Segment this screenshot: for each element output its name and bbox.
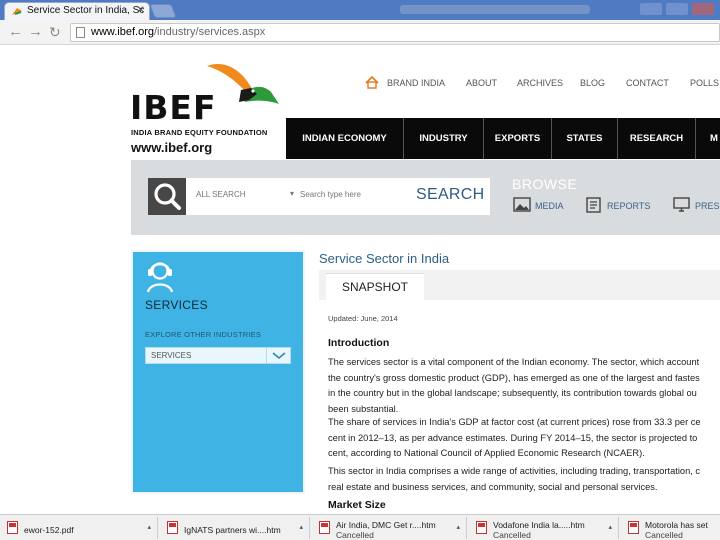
paragraph-line: in the country but in the global landsca…: [328, 388, 697, 398]
updated-date: Updated: June, 2014: [328, 314, 398, 323]
browse-reports-label: REPORTS: [607, 201, 651, 211]
close-window-button[interactable]: [692, 3, 714, 15]
file-icon: [319, 521, 330, 534]
industry-select-value: SERVICES: [151, 351, 192, 360]
file-icon: [628, 521, 639, 534]
topnav-about[interactable]: ABOUT: [466, 78, 497, 88]
headset-person-icon: [146, 262, 174, 293]
paragraph-line: the country's gross domestic product (GD…: [328, 372, 700, 383]
download-status: Cancelled: [493, 530, 531, 540]
address-bar[interactable]: www.ibef.org/industry/services.aspx: [70, 23, 720, 42]
sidebar-subtitle: EXPLORE OTHER INDUSTRIES: [145, 330, 262, 339]
reload-icon[interactable]: ↻: [49, 24, 61, 40]
download-name: ewor-152.pdf: [24, 525, 74, 535]
tab-title: Service Sector in India, Sc: [27, 5, 145, 16]
download-name: Vodafone India la.....htm: [493, 520, 585, 530]
mainnav-exports[interactable]: EXPORTS: [484, 118, 552, 159]
industry-select[interactable]: SERVICES: [145, 347, 291, 364]
intro-paragraph-3: This sector in India comprises a wide ra…: [328, 464, 720, 496]
mainnav-research[interactable]: RESEARCH: [618, 118, 696, 159]
file-icon: [167, 521, 178, 534]
mainnav-more[interactable]: M: [696, 118, 720, 159]
minimize-button[interactable]: [640, 3, 662, 15]
topnav-brand-india[interactable]: BRAND INDIA: [387, 78, 445, 88]
home-icon[interactable]: [365, 76, 379, 89]
download-name: IgNATS partners wi....htm: [184, 525, 281, 535]
chevron-down-icon[interactable]: ▾: [290, 189, 294, 198]
search-button[interactable]: SEARCH: [416, 186, 484, 204]
search-box: ALL SEARCH ▾ Search type here SEARCH: [186, 178, 490, 215]
chevron-up-icon[interactable]: ▴: [299, 523, 303, 531]
intro-paragraph-2: The share of services in India's GDP at …: [328, 415, 720, 462]
paragraph-line: real estate and business services, and c…: [328, 481, 658, 492]
paragraph-line: The share of services in India's GDP at …: [328, 417, 701, 427]
browser-toolbar: ← → ↻ www.ibef.org/industry/services.asp…: [0, 20, 720, 45]
market-size-heading: Market Size: [328, 499, 386, 511]
main-nav: INDIAN ECONOMY INDUSTRY EXPORTS STATES R…: [286, 118, 720, 159]
monitor-icon: [673, 197, 690, 212]
mainnav-states[interactable]: STATES: [552, 118, 618, 159]
chevron-up-icon[interactable]: ▴: [608, 523, 612, 531]
downloads-bar: ewor-152.pdf ▴ IgNATS partners wi....htm…: [0, 514, 720, 540]
download-item[interactable]: Motorola has set Cancelled: [621, 517, 720, 539]
browser-tab-active[interactable]: Service Sector in India, Sc ✕: [4, 2, 150, 20]
chevron-down-icon[interactable]: [266, 348, 290, 363]
paragraph-line: The services sector is a vital component…: [328, 357, 700, 367]
download-item[interactable]: ewor-152.pdf ▴: [0, 517, 158, 539]
new-tab-button[interactable]: [149, 4, 177, 18]
mainnav-indian-economy[interactable]: INDIAN ECONOMY: [286, 118, 404, 159]
topnav-archives[interactable]: ARCHIVES: [517, 78, 563, 88]
paragraph-line: cent in 2012–13, as per advance estimate…: [328, 432, 698, 443]
ibef-bird-logo-icon: [207, 64, 279, 104]
sidebar-title: SERVICES: [145, 298, 208, 312]
page-title: Service Sector in India: [319, 251, 450, 266]
download-item[interactable]: Vodafone India la.....htm Cancelled ▴: [469, 517, 619, 540]
browse-title: BROWSE: [512, 176, 578, 192]
chevron-up-icon[interactable]: ▴: [456, 523, 460, 531]
ibef-tagline: INDIA BRAND EQUITY FOUNDATION: [131, 128, 268, 137]
tab-snapshot[interactable]: SNAPSHOT: [326, 273, 424, 300]
url-text: www.ibef.org/industry/services.aspx: [91, 26, 266, 38]
download-item[interactable]: Air India, DMC Get r....htm Cancelled ▴: [312, 517, 467, 540]
paragraph-line: cent, according to National Council of A…: [328, 448, 645, 458]
intro-paragraph-1: The services sector is a vital component…: [328, 355, 720, 417]
page-icon: [76, 27, 85, 38]
maximize-button[interactable]: [666, 3, 688, 15]
browse-press-link[interactable]: PRES: [673, 197, 720, 215]
browse-press-label: PRES: [695, 201, 720, 211]
ibef-favicon-icon: [12, 8, 22, 15]
search-input[interactable]: Search type here: [300, 190, 361, 199]
download-item[interactable]: IgNATS partners wi....htm ▴: [160, 517, 310, 539]
download-name: Motorola has set: [645, 520, 708, 530]
search-scope-select[interactable]: ALL SEARCH: [196, 190, 246, 199]
report-icon: [586, 197, 601, 213]
topnav-polls[interactable]: POLLS: [690, 78, 719, 88]
paragraph-line: This sector in India comprises a wide ra…: [328, 466, 701, 476]
forward-arrow-icon[interactable]: →: [28, 24, 43, 40]
window-title: [400, 5, 590, 14]
image-icon: [513, 197, 531, 212]
browse-media-link[interactable]: MEDIA: [513, 197, 573, 215]
introduction-heading: Introduction: [328, 337, 390, 349]
chevron-up-icon[interactable]: ▴: [147, 523, 151, 531]
topnav-contact[interactable]: CONTACT: [626, 78, 669, 88]
ibef-wordmark[interactable]: IBEF: [130, 88, 217, 127]
mainnav-industry[interactable]: INDUSTRY: [404, 118, 484, 159]
search-icon[interactable]: [148, 178, 186, 215]
browser-tabstrip: Service Sector in India, Sc ✕: [0, 0, 720, 20]
back-arrow-icon[interactable]: ←: [8, 24, 23, 40]
pdf-file-icon: [7, 521, 18, 534]
download-status: Cancelled: [645, 530, 683, 539]
ibef-url: www.ibef.org: [131, 140, 213, 155]
browse-media-label: MEDIA: [535, 201, 564, 211]
file-icon: [476, 521, 487, 534]
tab-close-icon[interactable]: ✕: [137, 3, 145, 19]
download-name: Air India, DMC Get r....htm: [336, 520, 436, 530]
topnav-blog[interactable]: BLOG: [580, 78, 605, 88]
browse-reports-link[interactable]: REPORTS: [585, 197, 660, 215]
download-status: Cancelled: [336, 530, 374, 540]
industry-sidebar: SERVICES EXPLORE OTHER INDUSTRIES SERVIC…: [131, 250, 305, 494]
